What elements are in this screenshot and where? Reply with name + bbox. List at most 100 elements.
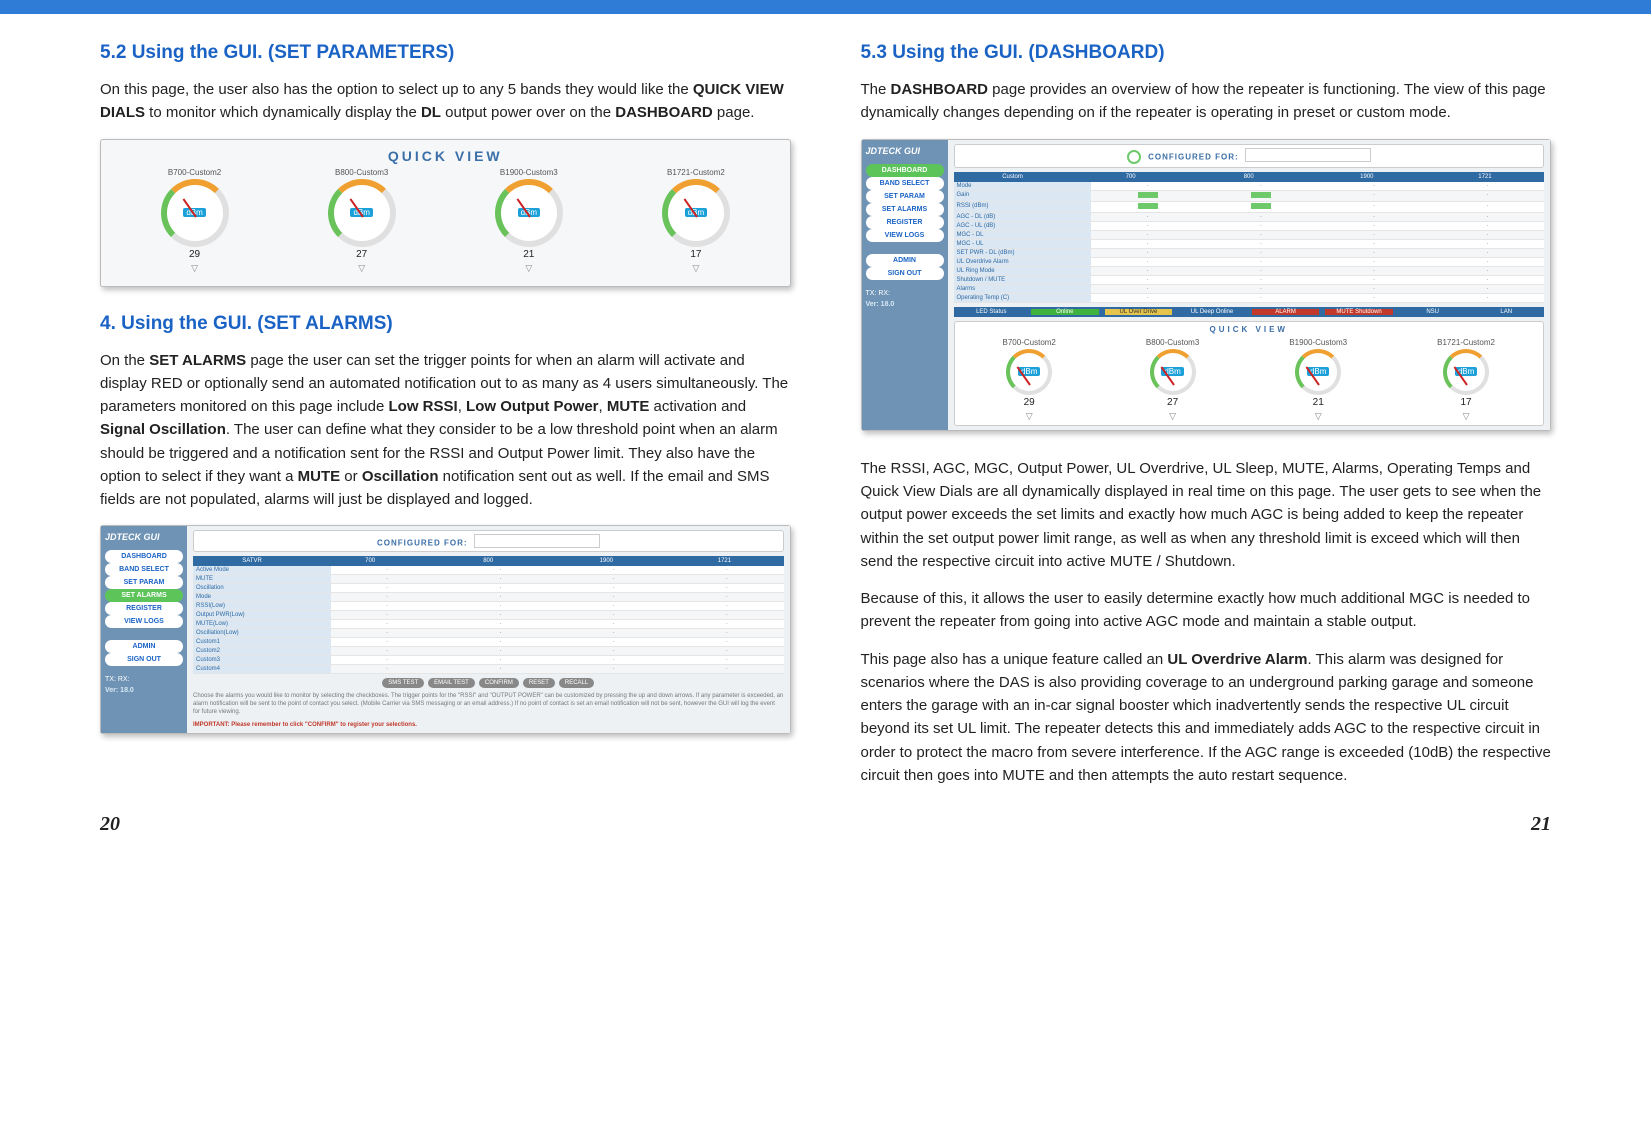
version-label: Ver: 18.0 bbox=[105, 687, 183, 694]
nav-band-select[interactable]: BAND SELECT bbox=[105, 563, 183, 576]
gauge-dial: B800-Custom3dBm27▽ bbox=[1146, 338, 1199, 422]
configured-for-bar: CONFIGURED FOR: bbox=[193, 530, 784, 552]
para-4: On the SET ALARMS page the user can set … bbox=[100, 349, 791, 512]
para-5-3d: This page also has a unique feature call… bbox=[861, 648, 1552, 788]
dial-label: B1900-Custom3 bbox=[500, 168, 558, 177]
sms-test-button[interactable]: SMS TEST bbox=[382, 678, 424, 688]
table-row: Alarms···· bbox=[954, 285, 1545, 294]
dial-unit: dBm bbox=[518, 208, 540, 217]
table-row: MUTE···· bbox=[193, 575, 784, 584]
gauge-dial: B1900-Custom3dBm21▽ bbox=[495, 168, 563, 274]
nav-view-logs[interactable]: VIEW LOGS bbox=[866, 229, 944, 242]
configured-for-input[interactable] bbox=[1245, 148, 1371, 162]
nav-register[interactable]: REGISTER bbox=[866, 216, 944, 229]
brand-logo: JDTECK GUI bbox=[866, 146, 944, 156]
table-row: Mode···· bbox=[193, 593, 784, 602]
tx-rx-label: TX: RX: bbox=[105, 676, 183, 683]
col-header: 800 bbox=[1190, 172, 1308, 182]
dial-unit: dBm bbox=[1455, 367, 1477, 376]
nav-set-alarms[interactable]: SET ALARMS bbox=[866, 203, 944, 216]
dial-label: B1721-Custom2 bbox=[1437, 338, 1495, 347]
dial-value: 17 bbox=[1460, 397, 1471, 408]
table-row: MGC - DL···· bbox=[954, 231, 1545, 240]
col-header: 1900 bbox=[1308, 172, 1426, 182]
table-row: Custom3···· bbox=[193, 656, 784, 665]
screenshot-dashboard: JDTECK GUI DASHBOARDBAND SELECTSET PARAM… bbox=[861, 139, 1552, 431]
screenshot-quick-view: QUICK VIEW B700-Custom2dBm29▽B800-Custom… bbox=[100, 139, 791, 287]
dial-value: 27 bbox=[356, 249, 367, 260]
table-row: RSSI(Low)···· bbox=[193, 602, 784, 611]
nav-set-alarms[interactable]: SET ALARMS bbox=[105, 589, 183, 602]
dial-label: B1900-Custom3 bbox=[1289, 338, 1347, 347]
para-5-3a: The DASHBOARD page provides an overview … bbox=[861, 78, 1552, 125]
heading-4: 4. Using the GUI. (SET ALARMS) bbox=[100, 313, 791, 335]
status-led-status: LED Status bbox=[958, 309, 1026, 315]
dial-value: 29 bbox=[189, 249, 200, 260]
antenna-icon: ▽ bbox=[358, 263, 365, 274]
table-row: Output PWR(Low)···· bbox=[193, 611, 784, 620]
nav-dashboard[interactable]: DASHBOARD bbox=[866, 164, 944, 177]
dial-label: B700-Custom2 bbox=[1003, 338, 1056, 347]
dial-label: B800-Custom3 bbox=[1146, 338, 1199, 347]
table-row: AGC - UL (dB)···· bbox=[954, 222, 1545, 231]
gauge-dial: B1721-Custom2dBm17▽ bbox=[1437, 338, 1495, 422]
page-left: 5.2 Using the GUI. (SET PARAMETERS) On t… bbox=[100, 42, 791, 801]
nav-admin[interactable]: ADMIN bbox=[105, 640, 183, 653]
table-row: AGC - DL (dB)···· bbox=[954, 213, 1545, 222]
configured-for-input[interactable] bbox=[474, 534, 600, 548]
col-header: SATVR bbox=[193, 556, 311, 566]
table-row: Oscillation···· bbox=[193, 584, 784, 593]
table-row: Mode···· bbox=[954, 182, 1545, 191]
brand-logo: JDTECK GUI bbox=[105, 532, 183, 542]
email-test-button[interactable]: EMAIL TEST bbox=[428, 678, 475, 688]
status-alarm: ALARM bbox=[1252, 309, 1320, 315]
col-header: 700 bbox=[311, 556, 429, 566]
reset-button[interactable]: RESET bbox=[523, 678, 555, 688]
tx-rx-label: TX: RX: bbox=[866, 290, 944, 297]
dial-unit: dBm bbox=[1307, 367, 1329, 376]
col-header: 1721 bbox=[665, 556, 783, 566]
col-header: 1900 bbox=[547, 556, 665, 566]
heading-5-3: 5.3 Using the GUI. (DASHBOARD) bbox=[861, 42, 1552, 64]
gauge-dial: B1900-Custom3 dBm 21 ▽ bbox=[1289, 338, 1347, 422]
nav-sign-out[interactable]: SIGN OUT bbox=[866, 267, 944, 280]
alarm-icon bbox=[1127, 150, 1141, 164]
dial-value: 17 bbox=[690, 249, 701, 260]
dial-value: 27 bbox=[1167, 397, 1178, 408]
page-number-left: 20 bbox=[100, 813, 120, 836]
dial-label: B1721-Custom2 bbox=[667, 168, 725, 177]
status-ul-deep-online: UL Deep Online bbox=[1178, 309, 1246, 315]
nav-admin[interactable]: ADMIN bbox=[866, 254, 944, 267]
dial-unit: dBm bbox=[685, 208, 707, 217]
col-header: Custom bbox=[954, 172, 1072, 182]
nav-set-param[interactable]: SET PARAM bbox=[866, 190, 944, 203]
dial-unit: dBm bbox=[350, 208, 372, 217]
table-row: Oscillation(Low)···· bbox=[193, 629, 784, 638]
gauge-dial: B700-Custom2dBm29▽ bbox=[1003, 338, 1056, 422]
gauge-dial: B1721-Custom2 dBm 17 ▽ bbox=[662, 168, 730, 274]
antenna-icon: ▽ bbox=[1315, 411, 1322, 422]
quick-view-title: QUICK VIEW bbox=[111, 148, 780, 164]
nav-sign-out[interactable]: SIGN OUT bbox=[105, 653, 183, 666]
version-label: Ver: 18.0 bbox=[866, 301, 944, 308]
table-row: MUTE(Low)···· bbox=[193, 620, 784, 629]
para-5-3c: Because of this, it allows the user to e… bbox=[861, 587, 1552, 634]
antenna-icon: ▽ bbox=[692, 263, 699, 274]
table-row: Gain·· bbox=[954, 191, 1545, 202]
dial-value: 29 bbox=[1024, 397, 1035, 408]
dial-unit: dBm bbox=[1161, 367, 1183, 376]
dial-label: B700-Custom2 bbox=[168, 168, 221, 177]
recall-button[interactable]: RECALL bbox=[559, 678, 594, 688]
nav-set-param[interactable]: SET PARAM bbox=[105, 576, 183, 589]
important-note: IMPORTANT: Please remember to click "CON… bbox=[193, 722, 417, 728]
nav-view-logs[interactable]: VIEW LOGS bbox=[105, 615, 183, 628]
antenna-icon: ▽ bbox=[1026, 411, 1033, 422]
confirm-button[interactable]: CONFIRM bbox=[479, 678, 519, 688]
status-online: Online bbox=[1031, 309, 1099, 315]
status-ul-over-drive: UL Over Drive bbox=[1105, 309, 1173, 315]
nav-dashboard[interactable]: DASHBOARD bbox=[105, 550, 183, 563]
gauge-dial: B800-Custom3dBm27▽ bbox=[328, 168, 396, 274]
nav-band-select[interactable]: BAND SELECT bbox=[866, 177, 944, 190]
nav-register[interactable]: REGISTER bbox=[105, 602, 183, 615]
dial-value: 21 bbox=[1313, 397, 1324, 408]
